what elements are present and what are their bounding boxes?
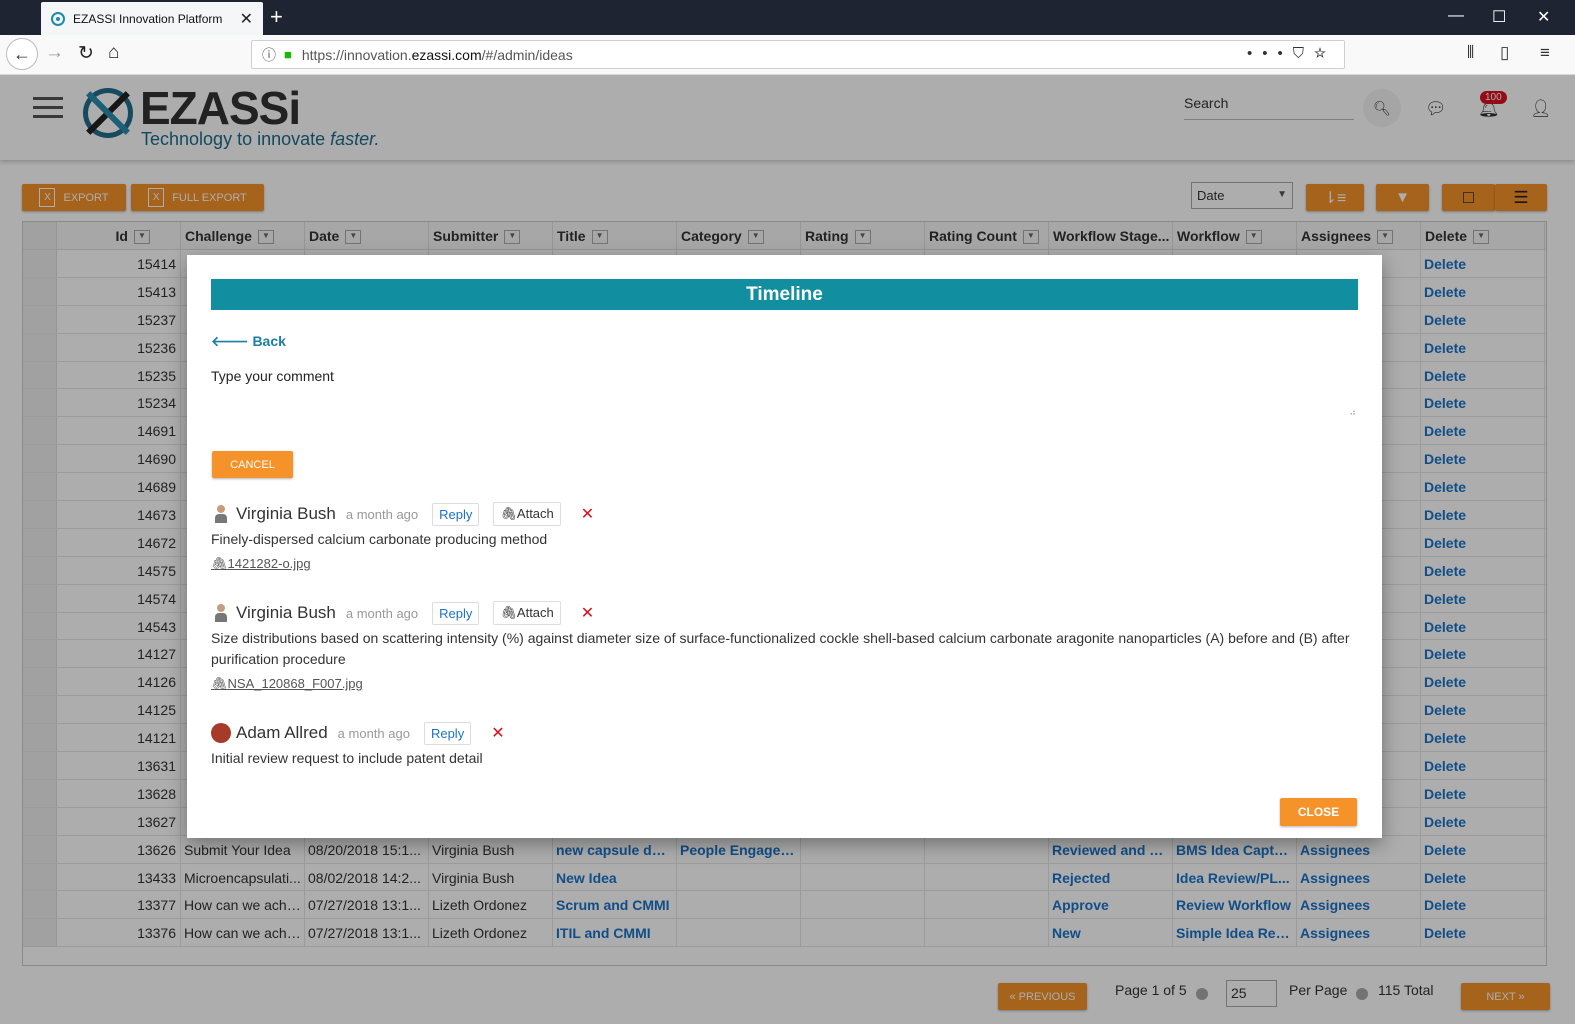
lock-icon: ■ bbox=[284, 47, 292, 62]
comment-item: Virginia Bush a month ago Reply 🖇︎Attach… bbox=[211, 501, 1358, 572]
reload-icon[interactable]: ↻ bbox=[78, 42, 94, 65]
attach-button[interactable]: 🖇︎Attach bbox=[493, 601, 561, 625]
cancel-button[interactable]: CANCEL bbox=[212, 451, 293, 478]
resize-grip-icon[interactable]: ⠴ bbox=[1349, 407, 1356, 418]
attach-button[interactable]: 🖇︎Attach bbox=[493, 502, 561, 526]
comment-time: a month ago bbox=[337, 725, 410, 741]
comment-author: Virginia Bush bbox=[236, 603, 336, 622]
url-bar[interactable]: ⓘ ■ https://innovation.ezassi.com/#/admi… bbox=[251, 40, 1345, 69]
reply-button[interactable]: Reply bbox=[432, 601, 480, 625]
url-text: https://innovation.ezassi.com/#/admin/id… bbox=[301, 46, 573, 63]
comment-item: Adam Allred a month ago Reply ✕ Initial … bbox=[211, 720, 1358, 769]
paperclip-icon: 🖇︎ bbox=[211, 556, 228, 571]
paperclip-icon: 🖇︎ bbox=[500, 506, 517, 521]
maximize-icon[interactable]: ☐ bbox=[1492, 7, 1506, 27]
attachment-link[interactable]: 🖇︎NSA_120868_F007.jpg bbox=[211, 676, 1358, 692]
attachment-link[interactable]: 🖇︎1421282-o.jpg bbox=[211, 556, 1358, 572]
comment-textarea[interactable]: Type your comment bbox=[211, 368, 1358, 416]
info-icon[interactable]: ⓘ bbox=[262, 45, 276, 65]
comment-author: Virginia Bush bbox=[236, 504, 336, 523]
tab-close-icon[interactable]: ✕ bbox=[240, 9, 253, 29]
favicon-icon bbox=[51, 11, 65, 26]
delete-comment-icon[interactable]: ✕ bbox=[581, 504, 594, 524]
delete-comment-icon[interactable]: ✕ bbox=[581, 603, 594, 623]
avatar bbox=[211, 603, 231, 623]
back-arrow-icon[interactable]: ← bbox=[6, 38, 38, 70]
reply-button[interactable]: Reply bbox=[432, 502, 480, 526]
tab-title: EZASSI Innovation Platform bbox=[73, 11, 223, 26]
comment-text: Finely-dispersed calcium carbonate produ… bbox=[211, 531, 548, 547]
comment-time: a month ago bbox=[345, 506, 419, 522]
minimize-icon[interactable]: — bbox=[1448, 7, 1464, 25]
back-link[interactable]: 🡐 Back bbox=[211, 333, 286, 350]
new-tab-icon[interactable]: + bbox=[270, 4, 283, 30]
comment-text: Size distributions based on scattering i… bbox=[211, 630, 1350, 667]
close-button[interactable]: CLOSE bbox=[1280, 798, 1357, 826]
library-icon[interactable]: ⫴ bbox=[1467, 43, 1474, 63]
comment-time: a month ago bbox=[345, 605, 419, 621]
comment-author: Adam Allred bbox=[236, 723, 328, 742]
browser-tabbar: EZASSI Innovation Platform ✕ + — ☐ ✕ bbox=[0, 0, 1575, 35]
arrow-left-icon: 🡐 bbox=[211, 333, 249, 349]
timeline-modal: Timeline 🡐 Back Type your comment ⠴ CANC… bbox=[187, 255, 1382, 838]
paperclip-icon: 🖇︎ bbox=[500, 605, 517, 620]
paperclip-icon: 🖇︎ bbox=[211, 676, 228, 691]
comment-item: Virginia Bush a month ago Reply 🖇︎Attach… bbox=[211, 600, 1358, 692]
comment-text: Initial review request to include patent… bbox=[211, 750, 483, 766]
page-actions[interactable]: •••⛉☆ bbox=[1247, 45, 1336, 62]
browser-tab[interactable]: EZASSI Innovation Platform ✕ bbox=[41, 2, 263, 35]
sidebar-icon[interactable]: ▯ bbox=[1500, 43, 1509, 63]
avatar bbox=[211, 504, 231, 524]
forward-arrow-icon[interactable]: → bbox=[45, 42, 64, 64]
window-close-icon[interactable]: ✕ bbox=[1537, 7, 1550, 27]
menu-icon[interactable]: ≡ bbox=[1540, 43, 1550, 63]
delete-comment-icon[interactable]: ✕ bbox=[491, 723, 504, 743]
modal-title: Timeline bbox=[211, 279, 1358, 310]
home-icon[interactable]: ⌂ bbox=[108, 42, 119, 64]
reply-button[interactable]: Reply bbox=[423, 721, 472, 745]
browser-navbar: ← → ↻ ⌂ ⓘ ■ https://innovation.ezassi.co… bbox=[0, 35, 1575, 75]
avatar bbox=[211, 723, 231, 743]
